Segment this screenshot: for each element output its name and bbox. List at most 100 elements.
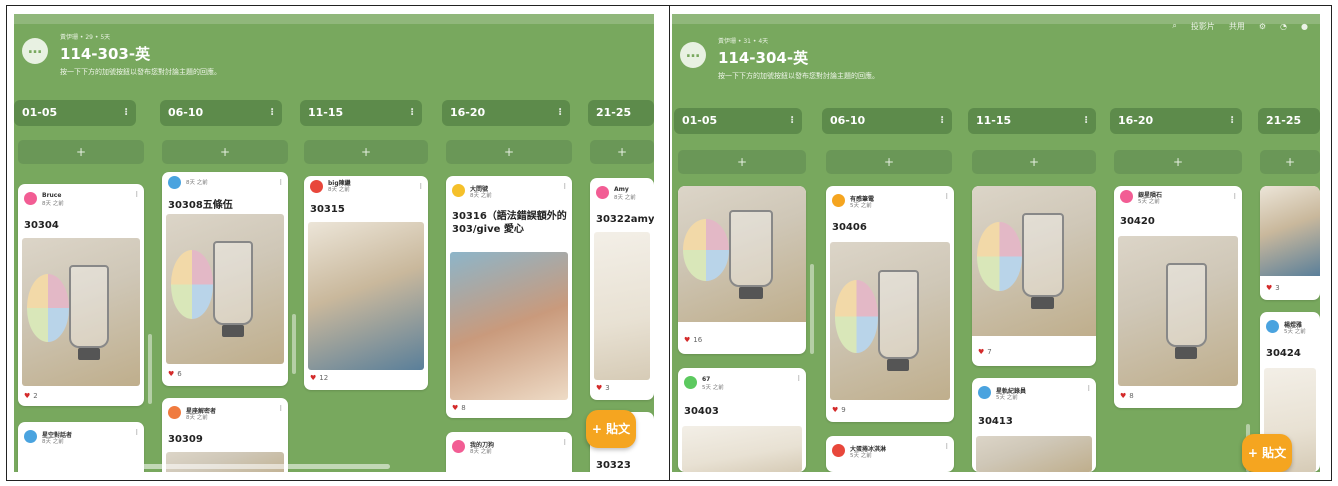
column-menu-icon[interactable]: ⁝ (270, 100, 274, 126)
post-menu-icon[interactable]: ⁝ (797, 374, 800, 383)
column-scrollbar[interactable] (810, 264, 814, 354)
share-button[interactable]: 共用 (1229, 21, 1245, 32)
post-menu-icon[interactable]: ⁝ (563, 182, 566, 191)
add-post-button[interactable]: + (678, 150, 806, 174)
post-card[interactable]: ♥ 16 (678, 186, 806, 354)
add-post-button[interactable]: + (1260, 150, 1320, 174)
post-card[interactable]: Bruce 8天 之前 ⁝ 30304 ♥ 2 (18, 184, 144, 406)
post-card[interactable]: 8天 之前 ⁝ 30308五條伍 ♥ 6 (162, 172, 288, 386)
post-card[interactable]: 有感筆電 5天 之前 ⁝ 30406 ♥ 9 (826, 186, 954, 422)
settings-icon[interactable]: ⚙ (1259, 22, 1266, 31)
add-post-button[interactable]: + (1114, 150, 1242, 174)
column-menu-icon[interactable]: ⁝ (558, 100, 562, 126)
post-image[interactable] (682, 426, 802, 472)
add-post-button[interactable]: + (972, 150, 1096, 174)
column-header-16-20[interactable]: 16-20 ⁝ (442, 100, 570, 126)
post-menu-icon[interactable]: ⁝ (279, 404, 282, 413)
post-menu-icon[interactable]: ⁝ (135, 190, 138, 199)
column-header-16-20[interactable]: 16-20 ⁝ (1110, 108, 1242, 134)
post-menu-icon[interactable]: ⁝ (279, 178, 282, 187)
column-header-21-25[interactable]: 21-25 (1258, 108, 1320, 134)
post-image[interactable] (22, 238, 140, 386)
post-card[interactable]: 銀星隕石 5天 之前 ⁝ 30420 ♥ 8 (1114, 186, 1242, 408)
slideshow-button[interactable]: 投影片 (1191, 21, 1215, 32)
column-header-11-15[interactable]: 11-15 ⁝ (968, 108, 1096, 134)
column-menu-icon[interactable]: ⁝ (940, 108, 944, 134)
add-post-button[interactable]: + (590, 140, 654, 164)
post-menu-icon[interactable]: ⁝ (419, 182, 422, 191)
post-card[interactable]: 星軌紀錄員 5天 之前 ⁝ 30413 (972, 378, 1096, 472)
like-count[interactable]: ♥ 3 (1266, 284, 1280, 292)
column-header-01-05[interactable]: 01-05 ⁝ (674, 108, 802, 134)
add-post-button[interactable]: + (826, 150, 952, 174)
like-count[interactable]: ♥ 12 (310, 374, 328, 382)
like-count[interactable]: ♥ 3 (596, 384, 610, 392)
column-menu-icon[interactable]: ⁝ (790, 108, 794, 134)
post-menu-icon[interactable]: ⁝ (563, 438, 566, 447)
post-menu-icon[interactable]: ⁝ (1087, 384, 1090, 393)
post-card[interactable]: 星座解密者 8天 之前 ⁝ 30309 (162, 398, 288, 472)
new-post-button[interactable]: + 貼文 (1242, 434, 1292, 472)
avatar (24, 192, 37, 205)
post-image[interactable] (1260, 186, 1320, 276)
post-image[interactable] (972, 186, 1096, 336)
search-icon[interactable]: ⌕ (1172, 21, 1176, 31)
column-header-06-10[interactable]: 06-10 ⁝ (160, 100, 282, 126)
column-scrollbar[interactable] (292, 314, 296, 374)
column-scrollbar[interactable] (148, 334, 152, 404)
post-image[interactable] (594, 232, 650, 380)
like-count[interactable]: ♥ 8 (1120, 392, 1134, 400)
post-card[interactable]: 我的刀狗 8天 之前 ⁝ (446, 432, 572, 472)
column-menu-icon[interactable]: ⁝ (1084, 108, 1088, 134)
post-menu-icon[interactable]: ⁝ (945, 442, 948, 451)
like-count[interactable]: ♥ 2 (24, 392, 38, 400)
post-image[interactable] (678, 186, 806, 322)
new-post-button[interactable]: + 貼文 (586, 410, 636, 448)
avatar[interactable]: ● (1301, 22, 1308, 31)
column-menu-icon[interactable]: ⁝ (1230, 108, 1234, 134)
post-image[interactable] (166, 452, 284, 472)
blender-illustration (213, 241, 254, 337)
post-image[interactable] (308, 222, 424, 370)
add-post-button[interactable]: + (446, 140, 572, 164)
column-header-01-05[interactable]: 01-05 ⁝ (14, 100, 136, 126)
column-menu-icon[interactable]: ⁝ (410, 100, 414, 126)
add-post-button[interactable]: + (162, 140, 288, 164)
post-menu-icon[interactable]: ⁝ (945, 192, 948, 201)
column-menu-icon[interactable]: ⁝ (124, 100, 128, 126)
like-count[interactable]: ♥ 6 (168, 370, 182, 378)
like-count[interactable]: ♥ 16 (684, 336, 702, 344)
post-card[interactable]: Amy 8天 之前 30322amy ♥ 3 (590, 178, 654, 400)
column-header-21-25[interactable]: 21-25 (588, 100, 654, 126)
post-menu-icon[interactable]: ⁝ (135, 428, 138, 437)
like-number: 2 (33, 392, 38, 400)
add-post-button[interactable]: + (18, 140, 144, 164)
like-count[interactable]: ♥ 8 (452, 404, 466, 412)
horizontal-scrollbar[interactable] (18, 464, 390, 469)
chat-bubble-icon: … (22, 38, 48, 64)
avatar (684, 376, 697, 389)
post-card[interactable]: ♥ 7 (972, 186, 1096, 366)
post-card[interactable]: big陳繼 8天 之前 ⁝ 30315 ♥ 12 (304, 176, 428, 390)
post-image[interactable] (166, 214, 284, 364)
bell-icon[interactable]: ◔ (1280, 22, 1287, 31)
board-title: 114-303-英 (60, 45, 151, 63)
post-image[interactable] (450, 252, 568, 400)
post-time: 8天 之前 (470, 193, 492, 199)
post-image[interactable] (830, 242, 950, 400)
post-menu-icon[interactable]: ⁝ (1233, 192, 1236, 201)
post-card[interactable]: 大蛋捲冰淇淋 5天 之前 ⁝ (826, 436, 954, 472)
post-image[interactable] (976, 436, 1092, 472)
post-time: 8天 之前 (614, 195, 636, 201)
like-count[interactable]: ♥ 9 (832, 406, 846, 414)
post-card[interactable]: ♥ 3 (1260, 186, 1320, 300)
post-card[interactable]: 大問號 8天 之前 ⁝ 30316（語法錯誤額外的303/give 愛心 ♥ 8 (446, 176, 572, 418)
column-header-11-15[interactable]: 11-15 ⁝ (300, 100, 422, 126)
post-card[interactable]: 67 5天 之前 ⁝ 30403 (678, 368, 806, 472)
add-post-button[interactable]: + (304, 140, 428, 164)
post-time: 8天 之前 (186, 415, 208, 421)
like-count[interactable]: ♥ 7 (978, 348, 992, 356)
post-image[interactable] (1118, 236, 1238, 386)
column-header-06-10[interactable]: 06-10 ⁝ (822, 108, 952, 134)
column-title: 01-05 (682, 114, 718, 127)
